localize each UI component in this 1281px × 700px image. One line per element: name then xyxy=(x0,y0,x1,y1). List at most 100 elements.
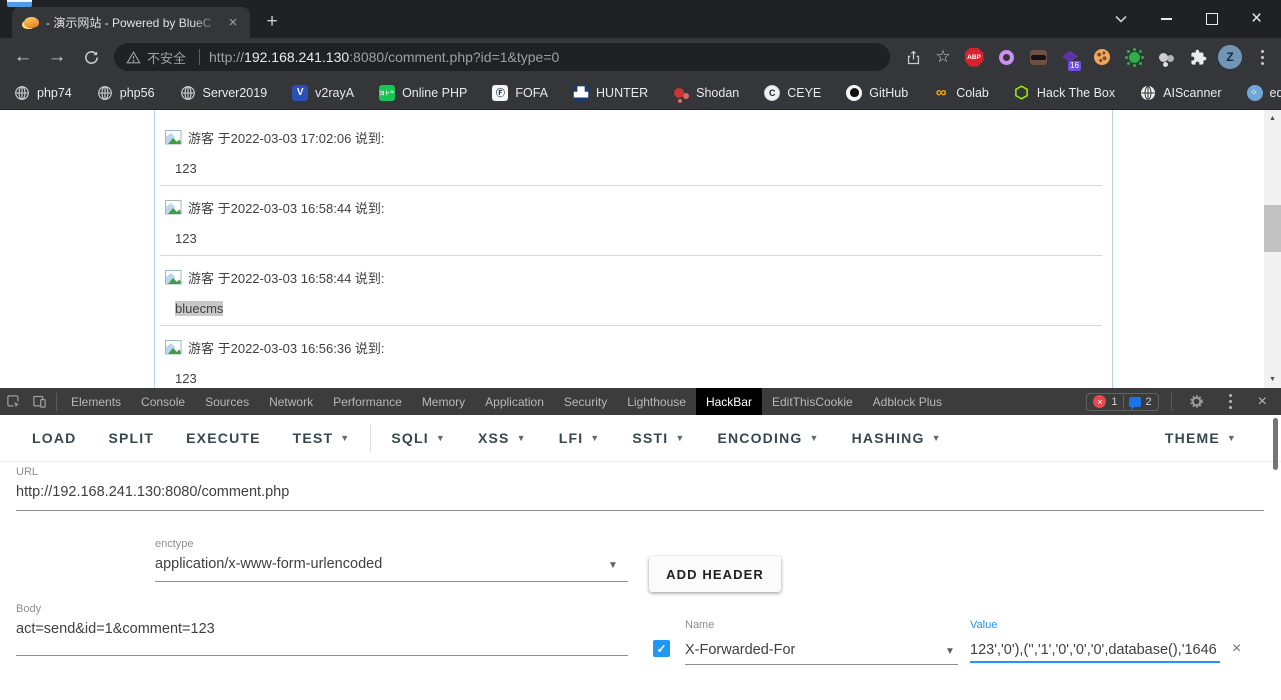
bookmark-php56[interactable]: php56 xyxy=(97,85,155,101)
bookmark-github[interactable]: GitHub xyxy=(846,84,908,101)
devtools-tab-editthiscookie[interactable]: EditThisCookie xyxy=(762,388,863,415)
virus-extension-icon[interactable] xyxy=(1121,42,1147,72)
browser-tab[interactable]: - 演示网站 - Powered by BlueC xyxy=(12,7,250,38)
header-value-input[interactable]: 123','0'),('','1','0','0','0',database()… xyxy=(970,642,1220,658)
bookmark-label: CEYE xyxy=(787,85,822,100)
bookmark-colab[interactable]: ∞ Colab xyxy=(933,85,989,101)
devtools-tab-elements[interactable]: Elements xyxy=(61,388,131,415)
bookmark-online-php[interactable]: ヨトᄔ Online PHP xyxy=(379,84,467,101)
chevron-down-icon[interactable]: ▼ xyxy=(608,560,618,571)
devtools-tab-sources[interactable]: Sources xyxy=(195,388,259,415)
devtools-tab-hackbar[interactable]: HackBar xyxy=(695,388,762,415)
bookmark-hunter[interactable]: ▟▙ HUNTER xyxy=(573,84,649,101)
devtools-close-icon[interactable] xyxy=(1252,393,1273,411)
remove-header-icon[interactable] xyxy=(1232,640,1241,658)
url-field-underline xyxy=(16,510,1264,511)
execute-button[interactable]: EXECUTE xyxy=(170,422,277,454)
purple-donut-extension-icon[interactable] xyxy=(993,42,1019,72)
extensions-puzzle-icon[interactable] xyxy=(1185,42,1211,72)
forward-button[interactable]: → xyxy=(40,42,74,72)
chevron-down-icon: ▼ xyxy=(590,433,601,443)
add-header-button[interactable]: ADD HEADER xyxy=(649,556,781,592)
devtools-tab-adblock-plus[interactable]: Adblock Plus xyxy=(863,388,952,415)
window-maximize-button[interactable] xyxy=(1189,0,1234,38)
url-field-input[interactable]: http://192.168.241.130:8080/comment.php xyxy=(16,484,1256,500)
ceye-favicon-icon: C xyxy=(764,84,781,101)
scroll-down-arrow-icon[interactable]: ▼ xyxy=(1264,371,1281,388)
hackbar-panel: LOAD SPLIT EXECUTE TEST ▼ SQLI ▼ XSS ▼ LFI ▼… xyxy=(0,415,1281,700)
chevron-down-icon[interactable]: ▼ xyxy=(945,646,955,657)
comment-body: 123 xyxy=(175,161,197,176)
omnibox-divider xyxy=(199,49,201,65)
page-scrollbar[interactable]: ▲ ▼ xyxy=(1264,110,1281,388)
cookie-extension-icon[interactable] xyxy=(1089,42,1115,72)
bookmark-star-icon[interactable]: ☆ xyxy=(928,42,958,72)
split-button[interactable]: SPLIT xyxy=(92,422,170,454)
devtools-tab-lighthouse[interactable]: Lighthouse xyxy=(617,388,696,415)
reload-button[interactable] xyxy=(74,42,108,72)
body-field-input[interactable]: act=send&id=1&comment=123 xyxy=(16,621,616,637)
devtools-tab-application[interactable]: Application xyxy=(475,388,554,415)
devtools-divider xyxy=(56,392,57,411)
encoding-menu-button[interactable]: ENCODING ▼ xyxy=(701,422,835,454)
bookmark-fofa[interactable]: Ⓕ FOFA xyxy=(492,84,548,101)
window-close-button[interactable] xyxy=(1234,0,1279,38)
sqli-menu-button[interactable]: SQLI ▼ xyxy=(375,422,462,454)
lfi-menu-button[interactable]: LFI ▼ xyxy=(543,422,617,454)
console-status-badges[interactable]: × 1 2 xyxy=(1086,392,1159,411)
devtools-tab-memory[interactable]: Memory xyxy=(412,388,475,415)
ssti-menu-button[interactable]: SSTI ▼ xyxy=(616,422,701,454)
bookmark-server2019[interactable]: Server2019 xyxy=(180,85,267,101)
tab-search-chevron-icon[interactable] xyxy=(1098,0,1143,38)
bookmark-v2raya[interactable]: V v2rayA xyxy=(292,84,354,101)
bookmark-ceye[interactable]: C CEYE xyxy=(764,84,822,101)
header-name-select[interactable]: X-Forwarded-For xyxy=(685,642,935,658)
fofa-favicon-icon: Ⓕ xyxy=(492,84,509,101)
v2raya-favicon-icon: V xyxy=(292,84,309,101)
bookmark-edusrc[interactable]: ⁘ edusrc xyxy=(1246,84,1281,101)
comment-meta: 游客 于2022-03-03 17:02:06 说到: xyxy=(165,128,385,147)
tab-close-icon[interactable] xyxy=(224,14,242,32)
share-icon[interactable] xyxy=(898,42,928,72)
enctype-underline xyxy=(155,581,628,582)
bookmark-hack-the-box[interactable]: Hack The Box xyxy=(1014,85,1115,101)
spy-extension-icon[interactable] xyxy=(1025,42,1051,72)
scholar-cap-extension-icon[interactable]: 16 xyxy=(1057,42,1083,72)
url-text: http://192.168.241.130:8080/comment.php?… xyxy=(209,49,559,65)
hashing-menu-button[interactable]: HASHING ▼ xyxy=(836,422,958,454)
xss-menu-button[interactable]: XSS ▼ xyxy=(462,422,543,454)
header-enabled-checkbox[interactable] xyxy=(653,640,670,657)
proxy-extension-icon[interactable] xyxy=(1153,42,1179,72)
load-button[interactable]: LOAD xyxy=(16,422,92,454)
tab-favicon-icon xyxy=(24,17,39,28)
bookmark-php74[interactable]: php74 xyxy=(14,85,72,101)
panel-scrollbar-thumb[interactable] xyxy=(1273,418,1278,470)
devtools-menu-kebab-icon[interactable] xyxy=(1218,389,1244,415)
scrollbar-thumb[interactable] xyxy=(1264,205,1281,252)
devtools-tab-network[interactable]: Network xyxy=(259,388,323,415)
new-tab-button[interactable] xyxy=(260,11,284,35)
inspect-element-icon[interactable] xyxy=(0,389,26,415)
globe-favicon-icon xyxy=(97,85,113,101)
bookmark-label: HUNTER xyxy=(596,85,649,100)
bookmark-shodan[interactable]: Shodan xyxy=(673,85,739,101)
test-menu-button[interactable]: TEST ▼ xyxy=(277,422,367,454)
adblock-plus-extension-icon[interactable]: ABP xyxy=(961,42,987,72)
chevron-down-icon: ▼ xyxy=(435,433,446,443)
devtools-tab-console[interactable]: Console xyxy=(131,388,195,415)
theme-menu-button[interactable]: THEME ▼ xyxy=(1149,422,1253,454)
devtools-settings-gear-icon[interactable] xyxy=(1184,389,1210,415)
chrome-menu-icon[interactable] xyxy=(1249,42,1275,72)
scroll-up-arrow-icon[interactable]: ▲ xyxy=(1264,110,1281,127)
bookmark-aiscanner[interactable]: AIScanner xyxy=(1140,85,1222,101)
devtools-tab-security[interactable]: Security xyxy=(554,388,617,415)
enctype-select[interactable]: application/x-www-form-urlencoded xyxy=(155,556,595,572)
devtools-tab-performance[interactable]: Performance xyxy=(323,388,412,415)
profile-avatar[interactable]: Z xyxy=(1217,42,1243,72)
device-toolbar-icon[interactable] xyxy=(26,389,52,415)
address-bar[interactable]: 不安全 http://192.168.241.130:8080/comment.… xyxy=(114,43,890,71)
back-button[interactable]: ← xyxy=(6,42,40,72)
window-minimize-button[interactable] xyxy=(1144,0,1189,38)
online-php-favicon-icon: ヨトᄔ xyxy=(379,84,395,101)
chevron-down-icon: ▼ xyxy=(516,433,527,443)
